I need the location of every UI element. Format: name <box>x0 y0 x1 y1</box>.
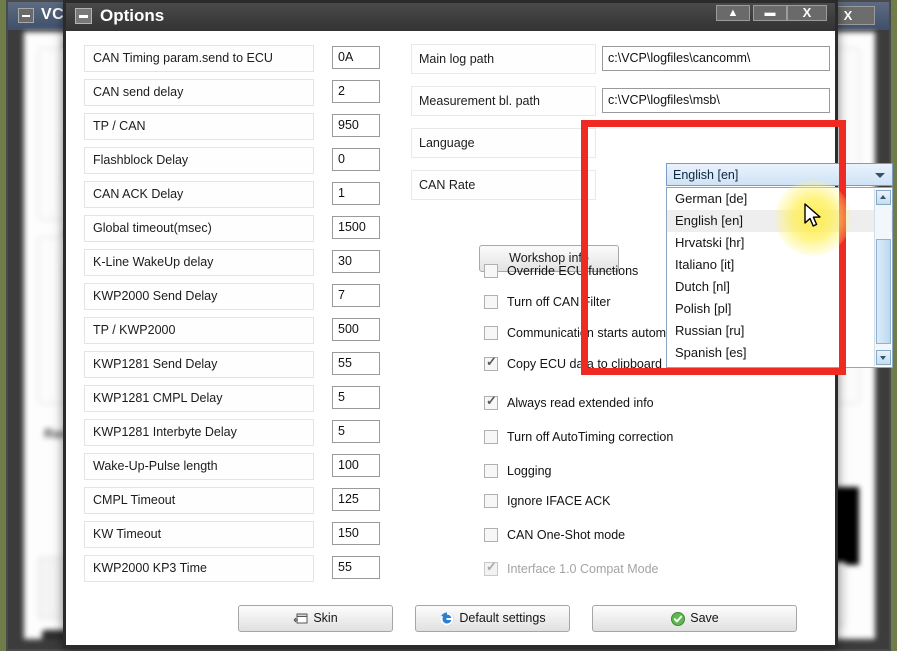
window-minimize-icon <box>18 8 34 23</box>
param-label: Flashblock Delay <box>84 147 314 174</box>
skin-button[interactable]: Skin <box>238 605 393 632</box>
language-option[interactable]: Italiano [it] <box>667 254 892 276</box>
minimize-window-button[interactable]: ▬ <box>753 5 787 21</box>
checkbox-label: Logging <box>507 461 552 481</box>
measurement-bl-path-input[interactable]: c:\VCP\logfiles\msb\ <box>602 88 830 113</box>
param-label: Global timeout(msec) <box>84 215 314 242</box>
checkbox-box[interactable] <box>484 494 498 508</box>
green-check-circle-icon <box>670 611 686 627</box>
param-label: CAN send delay <box>84 79 314 106</box>
main-log-path-input[interactable]: c:\VCP\logfiles\cancomm\ <box>602 46 830 71</box>
checkbox-box[interactable] <box>484 357 498 371</box>
dropdown-scrollbar[interactable] <box>874 189 891 366</box>
checkbox-box[interactable] <box>484 264 498 278</box>
checkbox-box[interactable] <box>484 396 498 410</box>
scrollbar-thumb[interactable] <box>876 239 891 344</box>
checkbox-label: CAN One-Shot mode <box>507 525 625 545</box>
param-label: KWP1281 CMPL Delay <box>84 385 314 412</box>
checkbox-label: Interface 1.0 Compat Mode <box>507 559 658 579</box>
options-dialog-titlebar[interactable]: Options ▲ ▬ X <box>66 3 835 31</box>
language-dropdown-list[interactable]: German [de] English [en] Hrvatski [hr] I… <box>666 187 893 368</box>
checkbox-box[interactable] <box>484 430 498 444</box>
save-button[interactable]: Save <box>592 605 797 632</box>
param-label: CMPL Timeout <box>84 487 314 514</box>
checkbox-label: Override ECU functions <box>507 261 638 281</box>
default-settings-button-label: Default settings <box>459 606 545 631</box>
param-value-input[interactable]: 7 <box>332 284 380 307</box>
param-value-input[interactable]: 1500 <box>332 216 380 239</box>
param-label: CAN ACK Delay <box>84 181 314 208</box>
param-label: CAN Timing param.send to ECU <box>84 45 314 72</box>
language-option[interactable]: Polish [pl] <box>667 298 892 320</box>
param-value-input[interactable]: 0 <box>332 148 380 171</box>
checkbox-label: Copy ECU data to clipboard <box>507 354 662 374</box>
refresh-globe-icon <box>439 611 455 627</box>
restore-window-button[interactable]: ▲ <box>716 5 750 21</box>
param-value-input[interactable]: 150 <box>332 522 380 545</box>
options-dialog-title: Options <box>100 6 164 26</box>
param-value-input[interactable]: 2 <box>332 80 380 103</box>
param-value-input[interactable]: 0A <box>332 46 380 69</box>
options-dialog[interactable]: Options ▲ ▬ X CAN Timing param.send to E… <box>63 0 838 648</box>
path-label: Main log path <box>411 44 596 74</box>
checkbox-label: Turn off CAN Filter <box>507 292 611 312</box>
language-select-value: English [en] <box>673 166 738 184</box>
scroll-up-icon[interactable] <box>876 190 891 205</box>
param-value-input[interactable]: 500 <box>332 318 380 341</box>
param-value-input[interactable]: 1 <box>332 182 380 205</box>
scroll-down-icon[interactable] <box>876 350 891 365</box>
param-value-input[interactable]: 30 <box>332 250 380 273</box>
checkbox-box[interactable] <box>484 528 498 542</box>
param-value-input[interactable]: 5 <box>332 386 380 409</box>
param-value-input[interactable]: 5 <box>332 420 380 443</box>
param-label: TP / CAN <box>84 113 314 140</box>
param-label: KWP2000 Send Delay <box>84 283 314 310</box>
options-dialog-body: CAN Timing param.send to ECU 0A CAN send… <box>70 32 831 641</box>
param-label: K-Line WakeUp delay <box>84 249 314 276</box>
can-rate-label-text: CAN Rate <box>419 178 475 192</box>
param-value-input[interactable]: 125 <box>332 488 380 511</box>
window-restore-icon <box>75 8 92 24</box>
param-value-input[interactable]: 100 <box>332 454 380 477</box>
default-settings-button[interactable]: Default settings <box>415 605 570 632</box>
checkbox-label: Ignore IFACE ACK <box>507 491 611 511</box>
language-option[interactable]: Russian [ru] <box>667 320 892 342</box>
checkbox-label: Turn off AutoTiming correction <box>507 427 673 447</box>
language-option[interactable]: Hrvatski [hr] <box>667 232 892 254</box>
checkbox-box[interactable] <box>484 326 498 340</box>
language-option-selected[interactable]: English [en] <box>667 210 892 232</box>
param-label: KW Timeout <box>84 521 314 548</box>
language-option[interactable]: German [de] <box>667 188 892 210</box>
checkbox-box[interactable] <box>484 464 498 478</box>
param-label: TP / KWP2000 <box>84 317 314 344</box>
can-rate-label: CAN Rate <box>411 170 596 200</box>
param-label: Wake-Up-Pulse length <box>84 453 314 480</box>
chevron-down-icon[interactable] <box>875 173 885 178</box>
param-value-input[interactable]: 950 <box>332 114 380 137</box>
checkbox-box <box>484 562 498 576</box>
param-label: KWP2000 KP3 Time <box>84 555 314 582</box>
skin-window-icon <box>293 611 309 627</box>
param-value-input[interactable]: 55 <box>332 556 380 579</box>
param-label: KWP1281 Interbyte Delay <box>84 419 314 446</box>
language-option[interactable]: Dutch [nl] <box>667 276 892 298</box>
param-value-input[interactable]: 55 <box>332 352 380 375</box>
language-select[interactable]: English [en] <box>666 163 893 186</box>
language-label: Language <box>411 128 596 158</box>
language-option[interactable]: Spanish [es] <box>667 342 892 364</box>
param-label: KWP1281 Send Delay <box>84 351 314 378</box>
save-button-label: Save <box>690 606 719 631</box>
path-label: Measurement bl. path <box>411 86 596 116</box>
checkbox-label: Always read extended info <box>507 393 654 413</box>
skin-button-label: Skin <box>313 606 337 631</box>
language-label-text: Language <box>419 136 475 150</box>
checkbox-box[interactable] <box>484 295 498 309</box>
close-window-button[interactable]: X <box>787 5 827 21</box>
